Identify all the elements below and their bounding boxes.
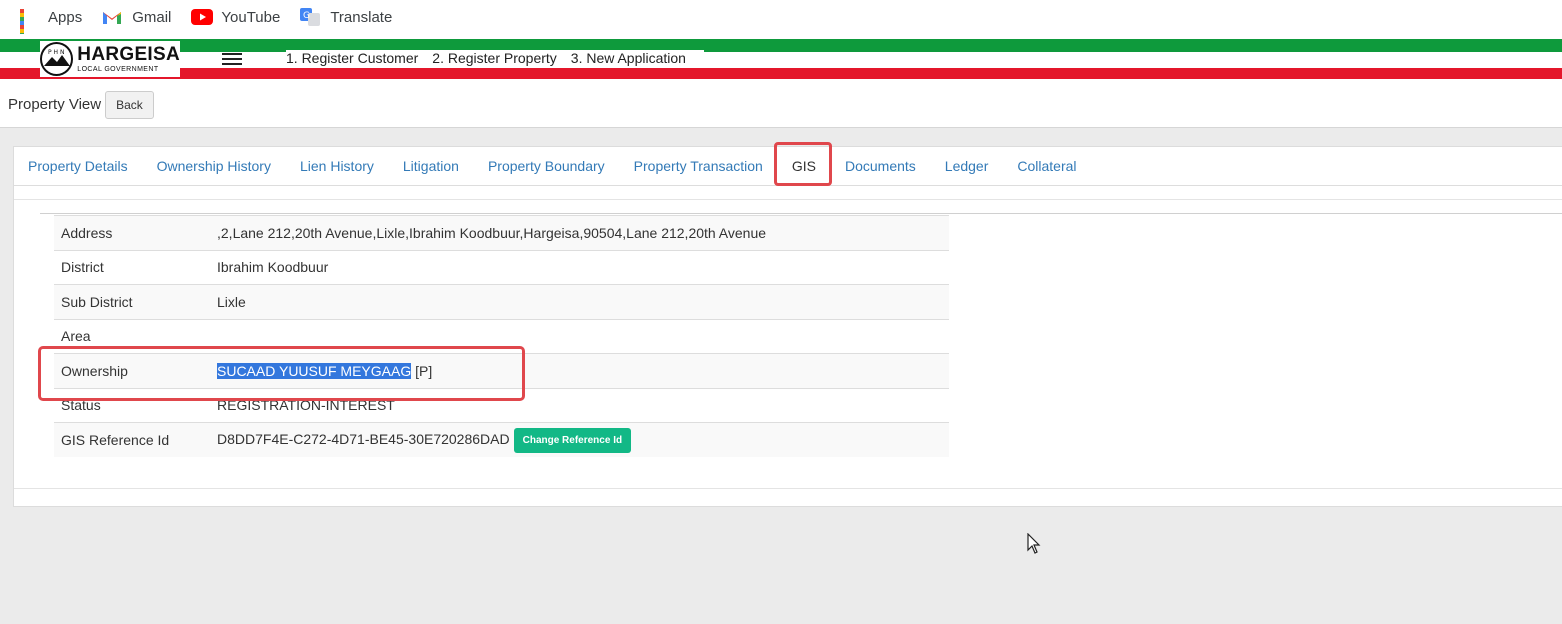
bookmark-label: Translate bbox=[330, 8, 393, 26]
app-header: P H N HARGEISA LOCAL GOVERNMENT 1. Regis… bbox=[0, 34, 1562, 82]
bookmarks-bar: Apps Gmail YouTube G Translate bbox=[0, 0, 1562, 45]
tab-bar: Property Details Ownership History Lien … bbox=[14, 142, 1562, 186]
back-button[interactable]: Back bbox=[105, 90, 154, 119]
bookmark-youtube[interactable]: YouTube bbox=[191, 7, 280, 27]
top-navigation: 1. Register Customer 2. Register Propert… bbox=[286, 50, 704, 66]
subdistrict-label: Sub District bbox=[54, 284, 210, 319]
district-label: District bbox=[54, 249, 210, 285]
property-panel: Property Details Ownership History Lien … bbox=[13, 142, 1562, 507]
address-value: ,2,Lane 212,20th Avenue,Lixle,Ibrahim Ko… bbox=[210, 215, 949, 250]
tab-documents[interactable]: Documents bbox=[845, 158, 916, 174]
address-label: Address bbox=[54, 215, 210, 250]
nav-new-application[interactable]: 3. New Application bbox=[571, 50, 686, 66]
bookmark-label: YouTube bbox=[221, 8, 281, 26]
gis-reference-value: D8DD7F4E-C272-4D71-BE45-30E720286DAD bbox=[217, 430, 510, 447]
menu-icon[interactable] bbox=[222, 53, 242, 67]
tab-ledger[interactable]: Ledger bbox=[945, 158, 989, 174]
table-row: Sub District Lixle bbox=[54, 284, 949, 319]
nav-register-property[interactable]: 2. Register Property bbox=[432, 50, 557, 66]
change-reference-button[interactable]: Change Reference Id bbox=[513, 427, 632, 453]
emblem-icon: P H N bbox=[40, 42, 74, 76]
tab-property-details[interactable]: Property Details bbox=[28, 158, 128, 174]
logo-subtitle: LOCAL GOVERNMENT bbox=[77, 66, 159, 73]
gis-content: Address ,2,Lane 212,20th Avenue,Lixle,Ib… bbox=[14, 199, 1562, 489]
district-value: Ibrahim Koodbuur bbox=[210, 249, 949, 285]
tab-property-boundary[interactable]: Property Boundary bbox=[488, 158, 605, 174]
red-stripe bbox=[0, 68, 1562, 79]
logo-title: HARGEISA bbox=[77, 44, 180, 65]
ownership-highlight bbox=[38, 346, 525, 401]
bookmark-gmail[interactable]: Gmail bbox=[102, 7, 171, 27]
gis-tab-highlight bbox=[774, 142, 832, 186]
gmail-icon bbox=[102, 7, 122, 27]
mouse-cursor-icon bbox=[1027, 533, 1041, 554]
gis-reference-cell: D8DD7F4E-C272-4D71-BE45-30E720286DAD Chan… bbox=[210, 422, 949, 457]
bookmark-label: Apps bbox=[48, 8, 83, 26]
tab-lien-history[interactable]: Lien History bbox=[300, 158, 374, 174]
gis-reference-label: GIS Reference Id bbox=[54, 422, 210, 457]
apps-grid-icon bbox=[18, 7, 38, 45]
nav-register-customer[interactable]: 1. Register Customer bbox=[286, 50, 418, 66]
emblem-letters: P H N bbox=[48, 49, 64, 56]
tab-ownership-history[interactable]: Ownership History bbox=[157, 158, 271, 174]
subdistrict-value: Lixle bbox=[210, 284, 949, 319]
divider bbox=[40, 213, 1562, 214]
property-view-bar: Property View Back bbox=[0, 82, 1562, 128]
page-title: Property View bbox=[8, 96, 102, 113]
green-stripe bbox=[0, 39, 1562, 52]
youtube-icon bbox=[191, 7, 214, 27]
translate-icon: G bbox=[300, 7, 321, 27]
table-row: District Ibrahim Koodbuur bbox=[54, 249, 949, 285]
table-row: Address ,2,Lane 212,20th Avenue,Lixle,Ib… bbox=[54, 215, 949, 250]
svg-text:G: G bbox=[303, 11, 310, 21]
bookmark-translate[interactable]: G Translate bbox=[300, 7, 392, 27]
tab-property-transaction[interactable]: Property Transaction bbox=[634, 158, 763, 174]
bookmark-apps[interactable]: Apps bbox=[18, 7, 83, 45]
tab-litigation[interactable]: Litigation bbox=[403, 158, 459, 174]
tab-collateral[interactable]: Collateral bbox=[1017, 158, 1076, 174]
table-row: GIS Reference Id D8DD7F4E-C272-4D71-BE45… bbox=[54, 422, 949, 457]
bookmark-label: Gmail bbox=[132, 8, 172, 26]
property-info-table: Address ,2,Lane 212,20th Avenue,Lixle,Ib… bbox=[54, 215, 949, 457]
logo[interactable]: P H N HARGEISA LOCAL GOVERNMENT bbox=[40, 41, 180, 77]
